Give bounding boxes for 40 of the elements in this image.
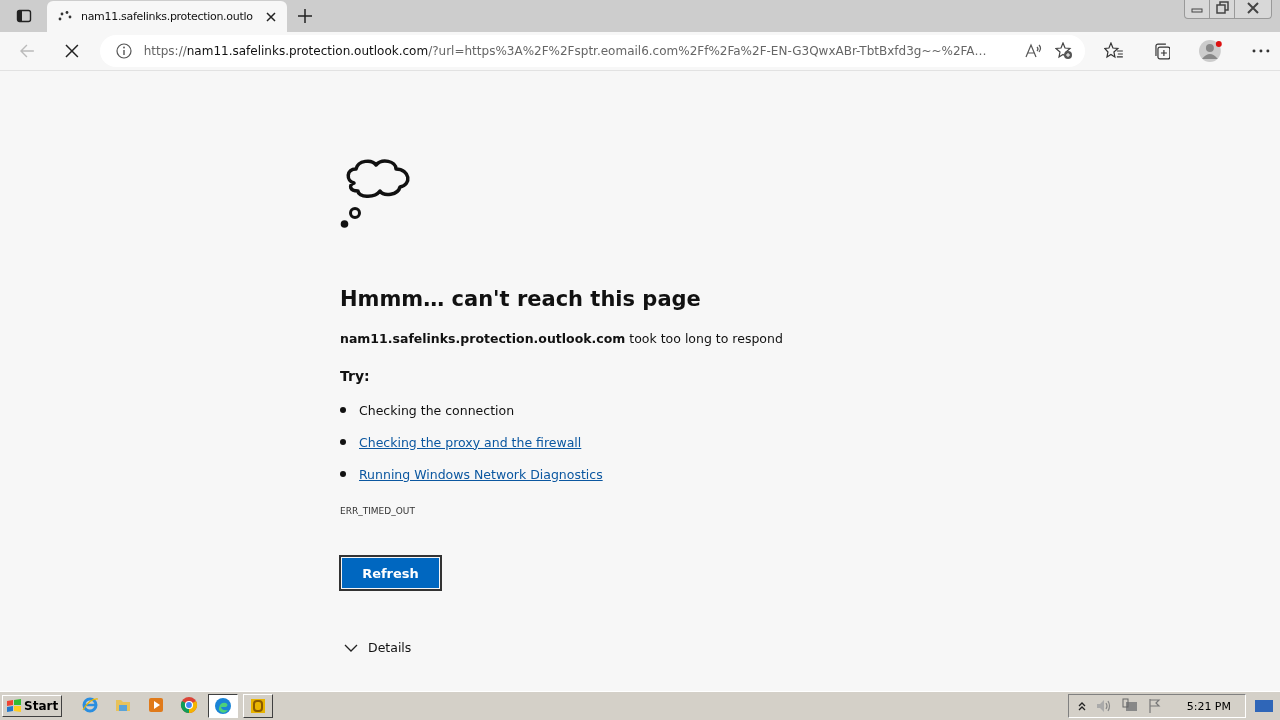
network-icon[interactable]	[1120, 698, 1139, 714]
address-bar[interactable]: https://nam11.safelinks.protection.outlook.com/?url=https%3A%2F%2Fsptr.eomail6.com%2Ff%2Fa%2F-EN-G3QwxABr-TbtBxfd3g~~%2FA…	[99, 35, 1085, 67]
tab-actions-icon[interactable]	[16, 8, 32, 24]
stop-loading-icon[interactable]	[63, 43, 80, 59]
chrome-icon	[180, 696, 199, 714]
try-label: Try:	[340, 368, 370, 384]
error-code: ERR_TIMED_OUT	[340, 506, 415, 516]
favorites-icon[interactable]	[1103, 42, 1124, 60]
chevron-down-icon	[344, 643, 358, 652]
new-tab-icon[interactable]	[297, 8, 313, 24]
bullet-icon	[340, 471, 346, 477]
show-hidden-icons-icon[interactable]	[1076, 700, 1087, 712]
url-text: https://nam11.safelinks.protection.outlook.com/?url=https%3A%2F%2Fsptr.eomail6.com%2Ff%2Fa%2F-EN-G3QwxABr-TbtBxfd3g~~%2FA…	[143, 44, 988, 58]
media-player-icon	[147, 696, 166, 714]
suggestion-link[interactable]: Running Windows Network Diagnostics	[359, 466, 603, 482]
clock-time: 5:21 PM	[1186, 699, 1231, 713]
profile-avatar-icon[interactable]	[1199, 39, 1224, 63]
add-favorite-icon[interactable]	[1054, 42, 1073, 60]
outlook-icon	[249, 697, 268, 715]
close-icon[interactable]	[265, 10, 277, 23]
suggestion-text: Checking the connection	[359, 402, 515, 418]
error-heading: Hmmm… can't reach this page	[340, 287, 701, 311]
refresh-button[interactable]: Refresh	[340, 556, 441, 590]
start-button[interactable]: Start	[2, 695, 63, 717]
windows-logo-icon	[6, 699, 22, 713]
error-message: nam11.safelinks.protection.outlook.com took too long to respond	[340, 331, 783, 346]
bullet-icon	[340, 439, 346, 445]
browser-tab[interactable]: nam11.safelinks.protection.outlo	[47, 1, 287, 32]
more-options-icon[interactable]	[1252, 49, 1270, 53]
collections-icon[interactable]	[1152, 42, 1171, 60]
edge-icon	[214, 697, 233, 715]
info-icon[interactable]	[115, 43, 132, 59]
suggestion-link[interactable]: Checking the proxy and the firewall	[359, 434, 582, 450]
ie-e-icon	[81, 696, 100, 714]
taskbar-app-button[interactable]	[208, 694, 239, 718]
details-toggle[interactable]: Details	[344, 640, 412, 655]
flag-icon[interactable]	[1146, 698, 1163, 714]
read-aloud-icon[interactable]	[1024, 43, 1043, 59]
show-desktop-icon[interactable]	[1254, 698, 1274, 714]
bullet-icon	[340, 407, 346, 413]
